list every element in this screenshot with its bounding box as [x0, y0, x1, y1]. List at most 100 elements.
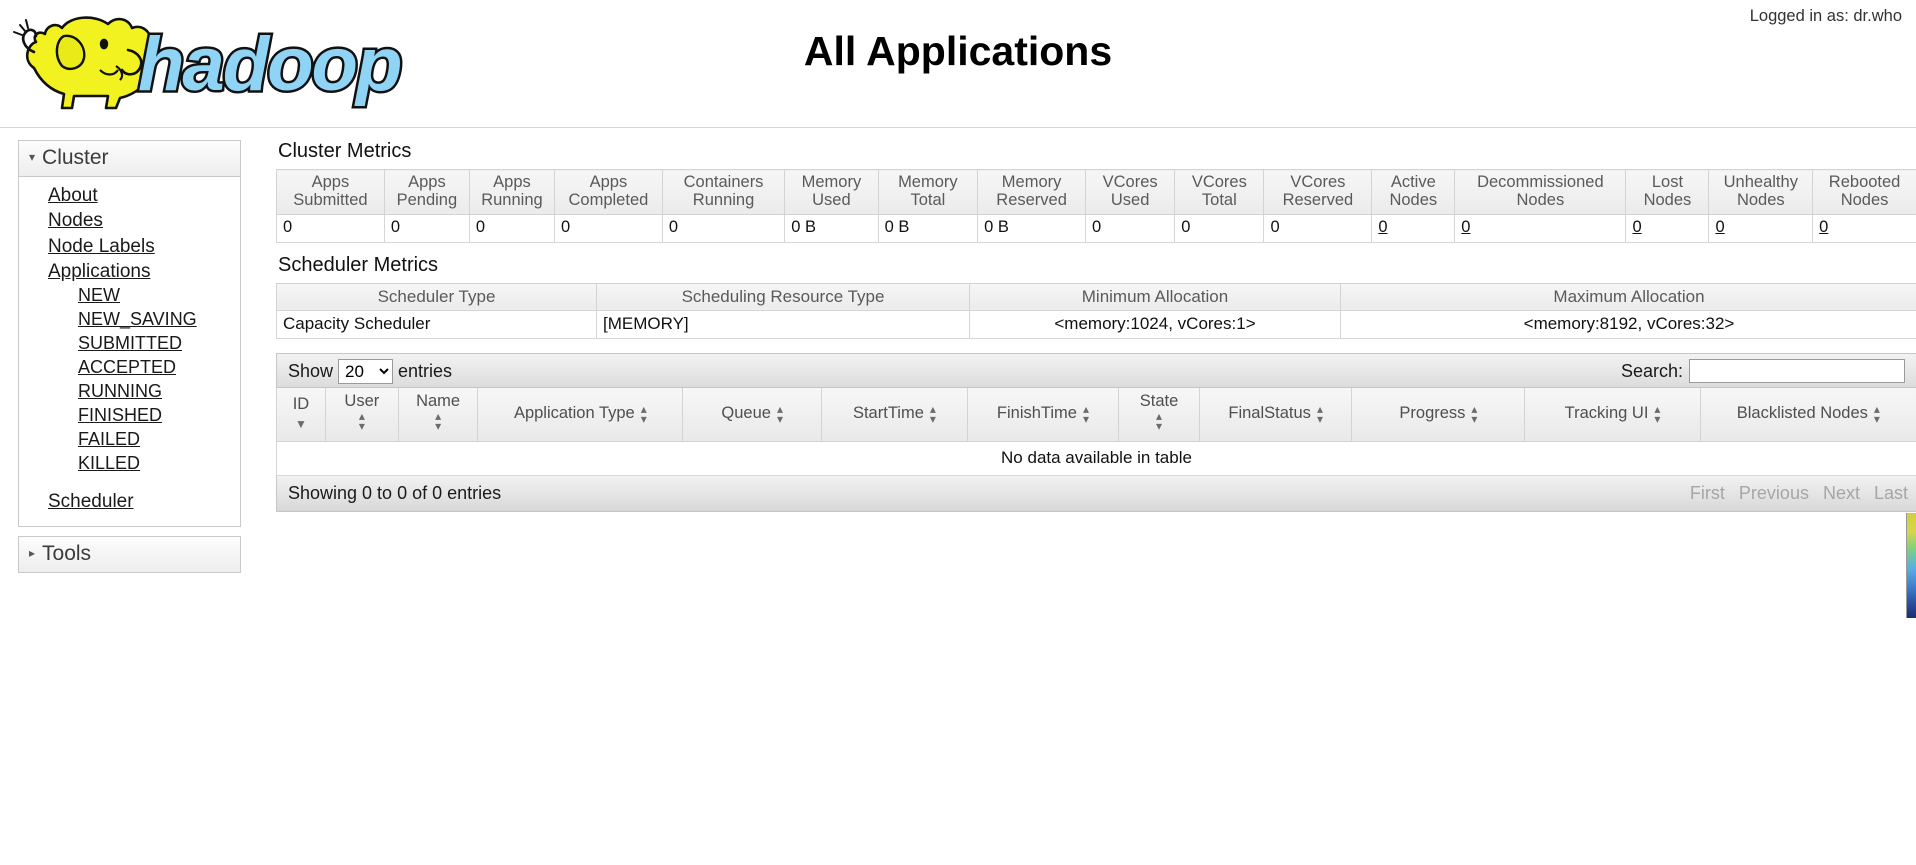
sort-both-icon: ▴ ▾	[1654, 401, 1661, 426]
sidebar-item-submitted[interactable]: SUBMITTED	[78, 332, 240, 356]
value-apps-completed: 0	[553, 214, 663, 243]
col-vcores-used: VCores Used	[1085, 169, 1176, 215]
unhealthy-nodes-link[interactable]: 0	[1715, 218, 1724, 236]
sort-both-icon: ▴ ▾	[1316, 401, 1323, 426]
cluster-metrics-value-row: 0 0 0 0 0 0 B 0 B 0 B 0 0 0 0 0 0 0 0	[276, 214, 1916, 243]
chevron-down-icon: ▾	[29, 150, 36, 164]
value-unhealthy-nodes: 0	[1708, 214, 1814, 243]
decommissioned-nodes-link[interactable]: 0	[1461, 218, 1470, 236]
col-finishtime[interactable]: FinishTime ▴ ▾	[966, 388, 1120, 443]
col-progress[interactable]: Progress ▴ ▾	[1351, 388, 1526, 443]
logged-in-user: Logged in as: dr.who	[1749, 7, 1902, 25]
sidebar: ▾ Cluster About Nodes Node Labels Applica…	[18, 140, 241, 573]
col-apps-pending: Apps Pending	[383, 169, 470, 215]
value-scheduling-resource-type: [MEMORY]	[596, 310, 970, 340]
entries-select[interactable]: 20 40 60 80 100	[338, 359, 394, 385]
sort-both-icon: ▴ ▾	[1471, 401, 1478, 426]
value-rebooted-nodes: 0	[1812, 214, 1916, 243]
cluster-metrics-table: Apps Submitted Apps Pending Apps Running Ap…	[276, 169, 1916, 243]
datatable-toolbar: Show 20 40 60 80 100 entries Search:	[276, 353, 1916, 389]
sidebar-item-running[interactable]: RUNNING	[78, 380, 240, 404]
page-header: hadoop All Applications Logged in as: dr…	[0, 0, 1916, 128]
col-lost-nodes: Lost Nodes	[1625, 169, 1710, 215]
datatable-info: Showing 0 to 0 of 0 entries	[288, 483, 502, 504]
col-memory-reserved: Memory Reserved	[977, 169, 1087, 215]
col-id[interactable]: ID ▼	[276, 388, 326, 443]
col-scheduling-resource-type: Scheduling Resource Type	[596, 282, 970, 311]
sidebar-item-failed[interactable]: FAILED	[78, 428, 240, 452]
applications-table: ID ▼ User ▴ ▾ Name ▴ ▾ Application Type ▴ ▾	[276, 388, 1916, 477]
col-minimum-allocation: Minimum Allocation	[969, 282, 1341, 311]
sort-both-icon: ▴ ▾	[358, 409, 365, 434]
col-queue[interactable]: Queue ▴ ▾	[682, 388, 823, 443]
active-nodes-link[interactable]: 0	[1378, 218, 1387, 236]
col-starttime[interactable]: StartTime ▴ ▾	[821, 388, 968, 443]
pagination-previous[interactable]: Previous	[1739, 483, 1809, 504]
sidebar-item-finished[interactable]: FINISHED	[78, 404, 240, 428]
pagination-controls: First Previous Next Last	[1690, 483, 1908, 504]
entries-length-control: Show 20 40 60 80 100 entries	[288, 359, 452, 385]
sort-both-icon: ▴ ▾	[776, 401, 783, 426]
value-memory-reserved: 0 B	[977, 214, 1087, 243]
col-memory-total: Memory Total	[877, 169, 979, 215]
scrollbar-indicator[interactable]	[1906, 513, 1916, 618]
show-label: Show	[288, 361, 334, 382]
applications-datatable: Show 20 40 60 80 100 entries Search:	[276, 353, 1916, 513]
sidebar-item-accepted[interactable]: ACCEPTED	[78, 356, 240, 380]
sidebar-item-killed[interactable]: KILLED	[78, 452, 240, 476]
col-scheduler-type: Scheduler Type	[276, 282, 597, 311]
pagination-last[interactable]: Last	[1874, 483, 1908, 504]
value-memory-total: 0 B	[877, 214, 979, 243]
sidebar-section-tools[interactable]: ▸ Tools	[18, 535, 241, 573]
col-state[interactable]: State ▴ ▾	[1118, 388, 1200, 443]
col-active-nodes: Active Nodes	[1371, 169, 1456, 215]
datatable-footer: Showing 0 to 0 of 0 entries First Previo…	[276, 476, 1916, 513]
sidebar-item-new-saving[interactable]: NEW_SAVING	[78, 308, 240, 332]
sidebar-item-nodes[interactable]: Nodes	[48, 208, 240, 233]
empty-row: No data available in table	[276, 441, 1916, 477]
sort-both-icon: ▴ ▾	[1082, 401, 1090, 426]
page-title: All Applications	[803, 28, 1113, 74]
col-vcores-total: VCores Total	[1174, 169, 1265, 215]
value-vcores-reserved: 0	[1263, 214, 1373, 243]
col-tracking-ui[interactable]: Tracking UI ▴ ▾	[1524, 388, 1701, 443]
applications-header-row: ID ▼ User ▴ ▾ Name ▴ ▾ Application Type ▴ ▾	[276, 388, 1916, 443]
col-unhealthy-nodes: Unhealthy Nodes	[1708, 169, 1814, 215]
value-scheduler-type: Capacity Scheduler	[276, 310, 597, 340]
empty-message: No data available in table	[276, 441, 1916, 477]
sort-desc-icon: ▼	[295, 416, 307, 431]
pagination-next[interactable]: Next	[1823, 483, 1860, 504]
col-user[interactable]: User ▴ ▾	[324, 388, 399, 443]
col-apps-submitted: Apps Submitted	[276, 169, 385, 215]
col-apps-running: Apps Running	[468, 169, 555, 215]
sidebar-cluster-items: About Nodes Node Labels Applications NEW…	[18, 177, 241, 527]
lost-nodes-link[interactable]: 0	[1632, 218, 1641, 236]
value-apps-running: 0	[468, 214, 555, 243]
search-input[interactable]	[1689, 359, 1905, 384]
sidebar-item-new[interactable]: NEW	[78, 284, 240, 308]
sidebar-item-applications[interactable]: Applications	[48, 259, 240, 284]
value-lost-nodes: 0	[1625, 214, 1710, 243]
col-rebooted-nodes: Rebooted Nodes	[1812, 169, 1916, 215]
col-name[interactable]: Name ▴ ▾	[397, 388, 479, 443]
col-blacklisted-nodes[interactable]: Blacklisted Nodes ▴ ▾	[1699, 388, 1916, 443]
scheduler-metrics-title: Scheduler Metrics	[278, 253, 439, 276]
sidebar-item-scheduler[interactable]: Scheduler	[48, 489, 240, 514]
sidebar-section-cluster[interactable]: ▾ Cluster	[18, 140, 241, 178]
sidebar-item-node-labels[interactable]: Node Labels	[48, 234, 240, 259]
main-content: Cluster Metrics Apps Submitted Apps Pendin…	[276, 138, 1916, 513]
col-memory-used: Memory Used	[784, 169, 879, 215]
col-decommissioned-nodes: Decommissioned Nodes	[1454, 169, 1627, 215]
sidebar-item-about[interactable]: About	[48, 183, 240, 208]
col-application-type[interactable]: Application Type ▴ ▾	[477, 388, 684, 443]
pagination-first[interactable]: First	[1690, 483, 1725, 504]
rebooted-nodes-link[interactable]: 0	[1819, 218, 1828, 236]
col-apps-completed: Apps Completed	[553, 169, 663, 215]
value-apps-pending: 0	[383, 214, 470, 243]
value-containers-running: 0	[661, 214, 786, 243]
col-containers-running: Containers Running	[661, 169, 786, 215]
scheduler-metrics-header-row: Scheduler Type Scheduling Resource Type …	[276, 282, 1916, 311]
cluster-metrics-title: Cluster Metrics	[278, 140, 412, 162]
sidebar-section-cluster-label: Cluster	[42, 146, 109, 169]
col-finalstatus[interactable]: FinalStatus ▴ ▾	[1198, 388, 1353, 443]
